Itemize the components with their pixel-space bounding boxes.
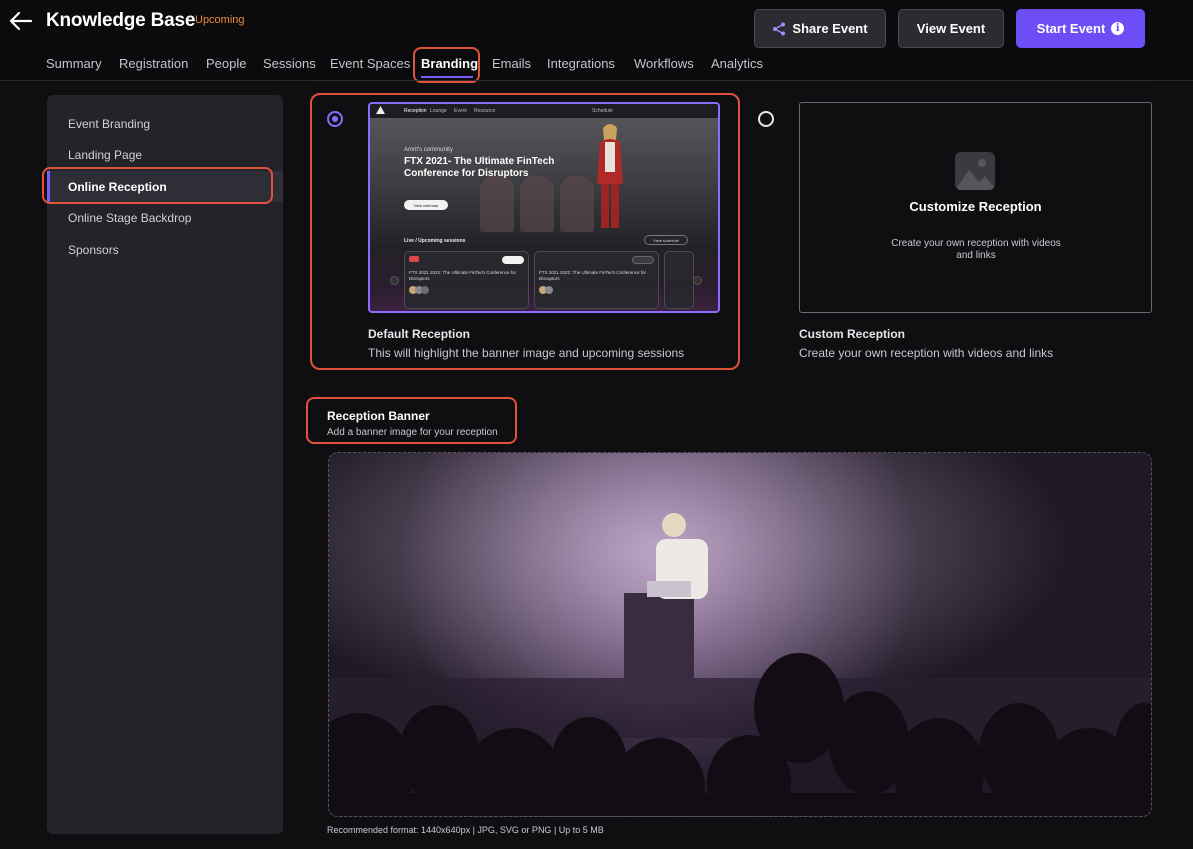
preview-session-card: FTX 2021 2022: The Ultimate FinTech Conf… bbox=[404, 251, 529, 309]
preview-logo-icon bbox=[376, 106, 385, 116]
preview-card-title: FTX 2021 2022: The Ultimate FinTech Conf… bbox=[539, 270, 646, 281]
custom-reception-radio[interactable] bbox=[758, 111, 774, 127]
preview-avatar bbox=[421, 286, 429, 294]
branding-sidebar: Event Branding Landing Page Online Recep… bbox=[47, 95, 283, 834]
preview-schedule-label: Schedule bbox=[592, 108, 613, 114]
preview-card-title: FTX 2021 2022: The Ultimate FinTech Conf… bbox=[409, 270, 516, 281]
custom-reception-box[interactable]: Customize Reception Create your own rece… bbox=[799, 102, 1152, 313]
tab-registration[interactable]: Registration bbox=[119, 56, 188, 71]
reception-banner-image[interactable] bbox=[328, 452, 1152, 817]
preview-join-button bbox=[502, 256, 524, 264]
sidebar-item-online-reception[interactable]: Online Reception bbox=[68, 180, 167, 194]
tab-event-spaces[interactable]: Event Spaces bbox=[330, 56, 410, 71]
sidebar-item-landing-page[interactable]: Landing Page bbox=[68, 148, 142, 162]
sidebar-active-indicator bbox=[47, 171, 50, 202]
preview-session-card bbox=[664, 251, 694, 309]
sidebar-item-event-branding[interactable]: Event Branding bbox=[68, 117, 150, 131]
preview-sessions-heading: Live / Upcoming sessions bbox=[404, 238, 466, 244]
tab-branding[interactable]: Branding bbox=[421, 56, 478, 71]
preview-community: Amrit's community bbox=[404, 147, 453, 153]
share-event-label: Share Event bbox=[792, 21, 868, 36]
view-event-label: View Event bbox=[916, 21, 986, 36]
banner-format-note: Recommended format: 1440x640px | JPG, SV… bbox=[327, 825, 604, 835]
preview-chair bbox=[480, 176, 514, 232]
event-tabs: Summary Registration People Sessions Eve… bbox=[0, 52, 1193, 80]
custom-reception-title: Custom Reception bbox=[799, 327, 906, 341]
event-title: Knowledge Base bbox=[46, 10, 196, 31]
preview-next-arrow-icon bbox=[693, 276, 702, 285]
preview-nav-item: Resource bbox=[474, 108, 496, 114]
preview-nav-item: Lounge bbox=[430, 108, 447, 114]
tab-integrations[interactable]: Integrations bbox=[547, 56, 615, 71]
top-bar: Knowledge Base Upcoming Share Event View… bbox=[0, 0, 1193, 81]
custom-reception-box-title: Customize Reception bbox=[909, 199, 1042, 214]
default-reception-description: This will highlight the banner image and… bbox=[368, 346, 685, 360]
preview-speaker-figure bbox=[592, 122, 628, 232]
tab-analytics[interactable]: Analytics bbox=[711, 56, 763, 71]
view-event-button[interactable]: View Event bbox=[898, 9, 1004, 48]
share-icon bbox=[773, 22, 786, 35]
preview-live-badge bbox=[409, 256, 419, 262]
preview-nav-item: Reception bbox=[404, 108, 427, 114]
image-placeholder-icon bbox=[955, 152, 995, 190]
tab-people[interactable]: People bbox=[206, 56, 246, 71]
preview-prev-arrow-icon bbox=[390, 276, 399, 285]
active-tab-indicator bbox=[421, 76, 473, 78]
back-arrow-icon[interactable] bbox=[8, 9, 34, 33]
section-divider bbox=[310, 80, 1152, 81]
sidebar-item-sponsors[interactable]: Sponsors bbox=[68, 243, 119, 257]
default-reception-title: Default Reception bbox=[368, 327, 471, 341]
preview-cta: View calendar bbox=[404, 200, 448, 210]
preview-avatar bbox=[545, 286, 553, 294]
start-event-label: Start Event bbox=[1036, 21, 1106, 36]
preview-bookmark-button bbox=[632, 256, 654, 264]
share-event-button[interactable]: Share Event bbox=[754, 9, 886, 48]
tab-emails[interactable]: Emails bbox=[492, 56, 531, 71]
preview-session-card: FTX 2021 2022: The Ultimate FinTech Conf… bbox=[534, 251, 659, 309]
preview-chair bbox=[560, 176, 594, 232]
tab-summary[interactable]: Summary bbox=[46, 56, 102, 71]
tab-sessions[interactable]: Sessions bbox=[263, 56, 316, 71]
start-event-button[interactable]: Start Event i bbox=[1016, 9, 1145, 48]
preview-chair bbox=[520, 176, 554, 232]
reception-banner-subtitle: Add a banner image for your reception bbox=[327, 427, 498, 438]
default-reception-preview[interactable]: Reception Lounge Event Resource Schedule… bbox=[368, 102, 720, 313]
status-badge: Upcoming bbox=[195, 14, 245, 26]
custom-reception-description: Create your own reception with videos an… bbox=[799, 346, 1054, 360]
tab-workflows[interactable]: Workflows bbox=[634, 56, 694, 71]
preview-nav-item: Event bbox=[454, 108, 467, 114]
preview-headline: FTX 2021- The Ultimate FinTech Conferenc… bbox=[404, 156, 555, 179]
banner-photo-illustration bbox=[329, 453, 1151, 816]
default-reception-radio[interactable] bbox=[327, 111, 343, 127]
custom-reception-box-description: Create your own reception with videos an… bbox=[891, 238, 1061, 261]
preview-nav: Reception Lounge Event Resource Schedule bbox=[370, 104, 718, 118]
info-icon: i bbox=[1111, 22, 1125, 35]
sidebar-item-online-stage-backdrop[interactable]: Online Stage Backdrop bbox=[68, 211, 191, 225]
preview-view-schedule: View schedule bbox=[644, 235, 688, 245]
reception-banner-title: Reception Banner bbox=[327, 409, 430, 423]
